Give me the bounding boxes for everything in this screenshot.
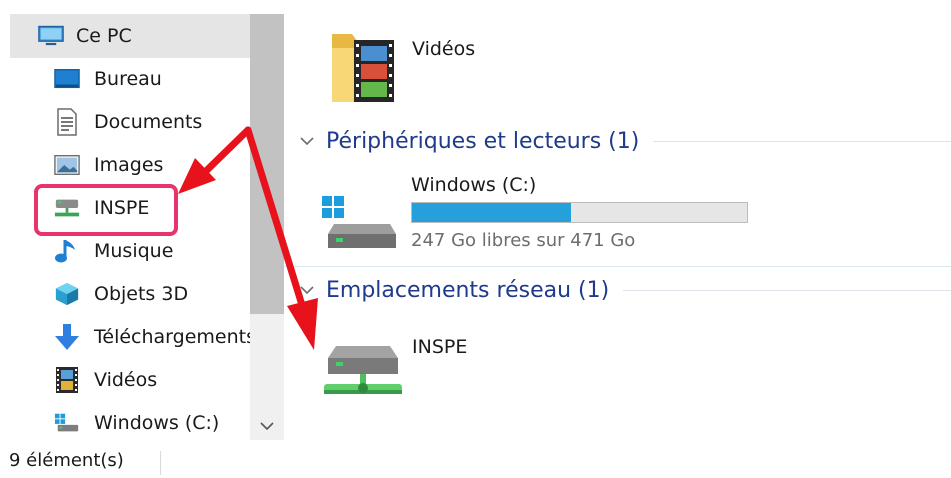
nav-item-bureau[interactable]: Bureau — [12, 58, 250, 100]
nav-item-objets-3d[interactable]: Objets 3D — [12, 273, 250, 315]
drive-usage-fill — [412, 203, 572, 222]
nav-item-windows-c[interactable]: Windows (C:) — [12, 402, 250, 440]
drive-usage-bar — [411, 202, 748, 223]
scroll-down-button[interactable] — [252, 410, 282, 440]
group-title: Emplacements réseau (1) — [326, 277, 610, 303]
music-note-icon — [54, 238, 80, 264]
nav-label: Musique — [94, 240, 174, 262]
nav-item-telechargements[interactable]: Téléchargements — [12, 316, 250, 358]
drive-free-space: 247 Go libres sur 471 Go — [411, 230, 636, 251]
chevron-down-icon — [296, 279, 318, 301]
network-location-label: INSPE — [412, 336, 468, 358]
content-pane: Vidéos Périphériques et lecteurs (1) Win… — [284, 0, 951, 478]
nav-label: Documents — [94, 111, 203, 133]
desktop-icon — [54, 66, 80, 92]
download-arrow-icon — [54, 324, 80, 350]
nav-item-inspe[interactable]: INSPE — [12, 187, 250, 229]
nav-label: INSPE — [94, 197, 150, 219]
group-header-devices[interactable]: Périphériques et lecteurs (1) — [296, 124, 951, 158]
drive-label: Windows (C:) — [411, 174, 537, 196]
status-separator — [160, 451, 161, 475]
nav-item-musique[interactable]: Musique — [12, 230, 250, 272]
group-divider — [653, 140, 951, 142]
document-icon — [54, 108, 80, 136]
nav-label: Objets 3D — [94, 283, 189, 305]
folder-tile-label: Vidéos — [412, 38, 476, 60]
nav-label: Images — [94, 154, 164, 176]
section-divider — [284, 266, 951, 267]
windows-drive-icon — [320, 194, 400, 256]
network-drive-icon — [320, 340, 406, 406]
nav-item-ce-pc[interactable]: Ce PC — [10, 14, 250, 58]
group-title: Périphériques et lecteurs (1) — [326, 128, 640, 154]
nav-label: Bureau — [94, 68, 162, 90]
nav-label: Téléchargements — [94, 326, 250, 348]
film-icon — [54, 367, 80, 393]
status-item-count: 9 élément(s) — [9, 450, 124, 471]
cube-icon — [54, 281, 80, 307]
chevron-down-icon — [260, 415, 274, 436]
navigation-pane: Ce PC Bureau Documents Images INSPE Musi… — [0, 0, 250, 440]
nav-label: Windows (C:) — [94, 412, 220, 434]
chevron-down-icon — [296, 130, 318, 152]
nav-scrollbar-thumb[interactable] — [250, 14, 284, 314]
group-header-network[interactable]: Emplacements réseau (1) — [296, 273, 951, 307]
picture-icon — [54, 152, 80, 178]
nav-label: Ce PC — [76, 25, 132, 47]
group-divider — [623, 289, 951, 291]
nav-label: Vidéos — [94, 369, 158, 391]
monitor-icon — [38, 23, 64, 49]
video-folder-icon — [328, 24, 398, 110]
nav-item-images[interactable]: Images — [12, 144, 250, 186]
nav-item-documents[interactable]: Documents — [12, 101, 250, 143]
windows-drive-icon — [54, 410, 80, 436]
network-drive-icon — [54, 195, 80, 221]
nav-item-videos[interactable]: Vidéos — [12, 359, 250, 401]
